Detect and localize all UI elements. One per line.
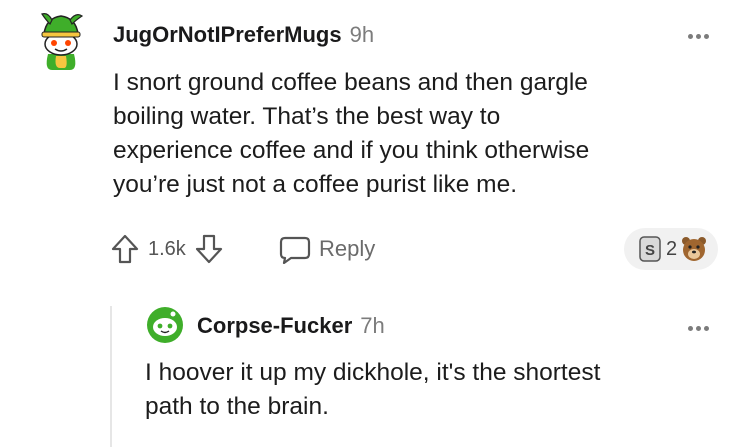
reply-timestamp: 7h [360, 313, 385, 338]
upvote-arrow-icon[interactable] [110, 233, 140, 265]
comment-username[interactable]: JugOrNotIPreferMugs 9h [113, 22, 374, 48]
reply-button[interactable]: Reply [279, 232, 375, 266]
reply-label: Reply [319, 236, 376, 261]
reply-more-options-icon[interactable] [688, 318, 714, 331]
comment-avatar[interactable] [38, 10, 84, 72]
reply-username-text[interactable]: Corpse-Fucker [197, 313, 352, 338]
comment-username-text[interactable]: JugOrNotIPreferMugs [113, 22, 342, 47]
comment-body-line: experience coffee and if you think other… [113, 137, 590, 164]
snoo-avatar-icon [41, 13, 84, 70]
svg-text:S: S [645, 242, 655, 259]
comment-body-line: you’re just not a coffee purist like me. [113, 171, 517, 198]
bear-award-icon [682, 237, 707, 261]
awards-pill[interactable]: S 2 [624, 228, 718, 270]
comment-body-line: boiling water. That’s the best way to [113, 103, 501, 130]
downvote-arrow-icon[interactable] [194, 233, 224, 265]
snoo-avatar-icon [147, 307, 183, 343]
award-count: 2 [666, 237, 678, 260]
reply-avatar[interactable] [146, 306, 184, 344]
reply-body-line: path to the brain. [145, 393, 329, 420]
comment-body-line: I snort ground coffee beans and then gar… [113, 69, 588, 96]
reply-body: I hoover it up my dickhole, it's the sho… [145, 356, 745, 424]
vote-count: 1.6k [148, 237, 186, 260]
reply-bubble-icon [279, 236, 311, 264]
vote-controls: 1.6k [110, 232, 224, 266]
comment-body: I snort ground coffee beans and then gar… [113, 66, 713, 202]
thread-line[interactable] [110, 306, 112, 447]
silver-award-icon: S [639, 236, 661, 262]
comment-more-options-icon[interactable] [688, 26, 714, 39]
reply-username[interactable]: Corpse-Fucker 7h [197, 313, 385, 339]
comment-timestamp: 9h [349, 22, 375, 47]
reply-body-line: I hoover it up my dickhole, it's the sho… [145, 359, 601, 386]
